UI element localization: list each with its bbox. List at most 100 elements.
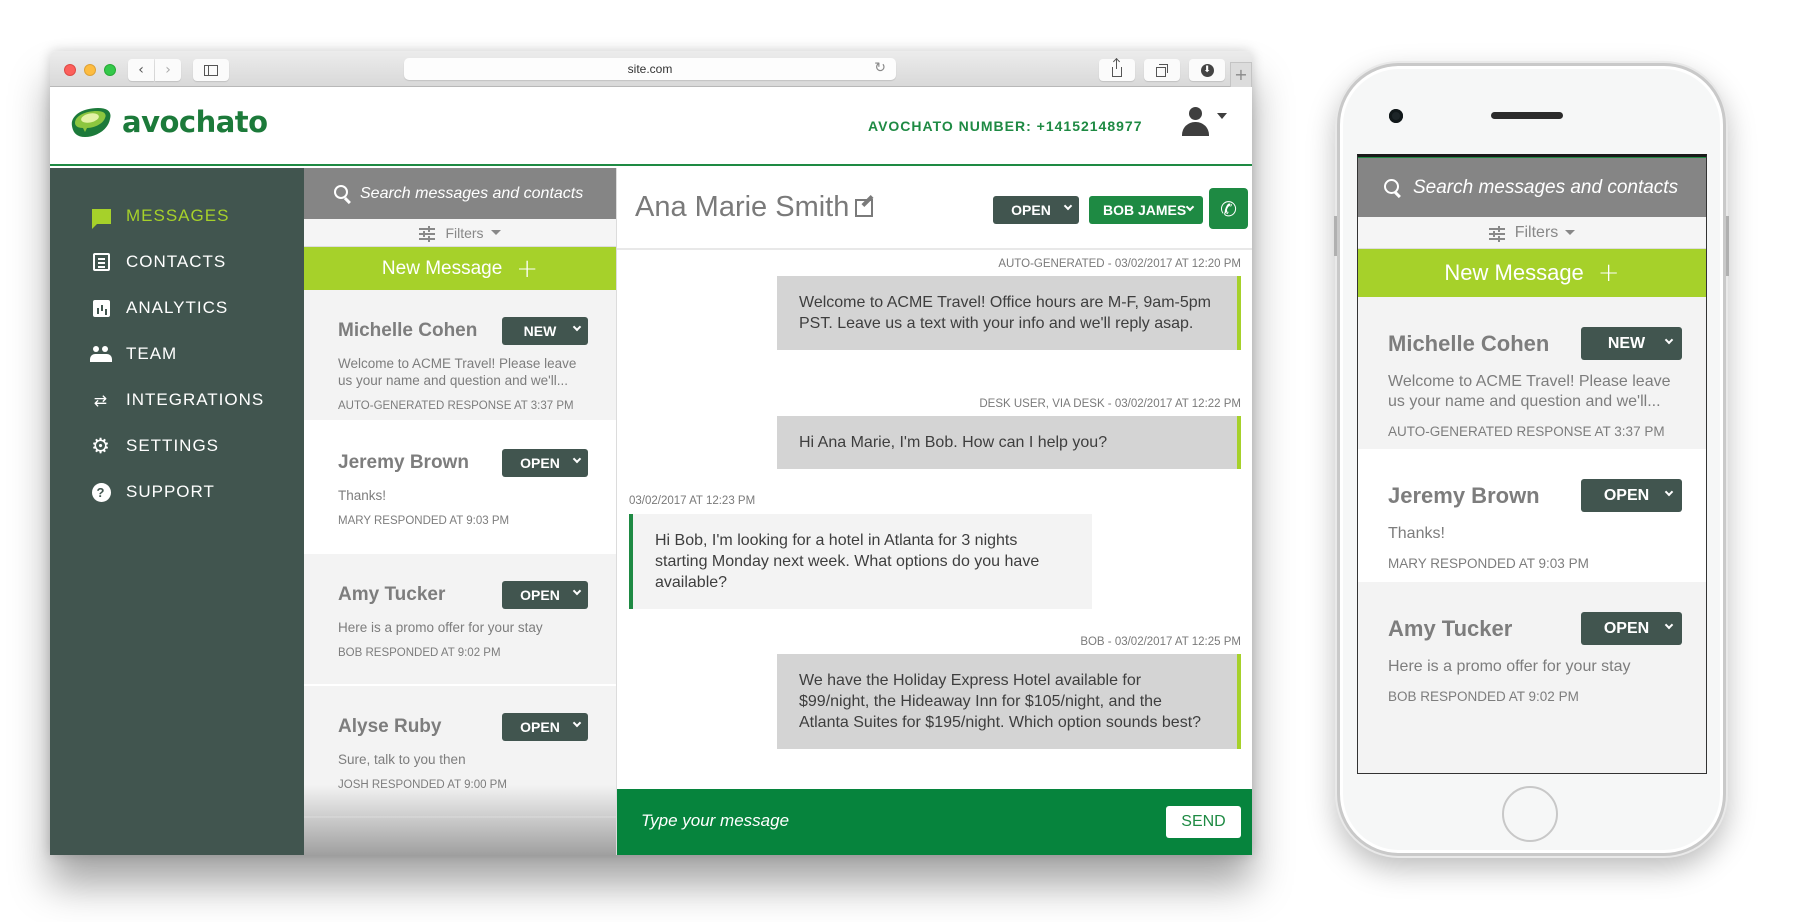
status-dropdown[interactable]: OPEN xyxy=(502,713,588,741)
mobile-conversation-item[interactable]: Jeremy Brown OPEN Thanks! MARY RESPONDED… xyxy=(1358,449,1706,582)
status-label: OPEN xyxy=(520,719,560,735)
zoom-window-button[interactable] xyxy=(104,64,116,76)
message-preview: Welcome to ACME Travel! Please leave us … xyxy=(338,356,577,388)
sidebar-icon xyxy=(204,64,218,76)
contact-name-title: Ana Marie Smith xyxy=(635,191,850,223)
address-bar[interactable]: site.com ↻ xyxy=(404,58,896,80)
message-bubble-outgoing: Welcome to ACME Travel! Office hours are… xyxy=(777,276,1241,350)
phone-icon: ✆ xyxy=(1220,196,1237,221)
message-input[interactable] xyxy=(641,811,1111,831)
home-button[interactable] xyxy=(1502,786,1558,842)
status-label: OPEN xyxy=(520,455,560,471)
status-label: NEW xyxy=(1607,334,1646,352)
new-message-button[interactable]: New Message + xyxy=(304,247,616,290)
new-tab-button[interactable]: + xyxy=(1230,62,1252,87)
chevron-right-icon: › xyxy=(165,62,171,78)
sidebar-toggle-button[interactable] xyxy=(193,59,229,81)
status-dropdown[interactable]: NEW xyxy=(1581,327,1682,360)
help-icon: ? xyxy=(90,482,112,502)
sidebar-item-analytics[interactable]: ANALYTICS xyxy=(90,296,228,320)
avochato-logo[interactable]: avochato xyxy=(68,105,268,139)
filters-label: Filters xyxy=(1514,223,1559,241)
minimize-window-button[interactable] xyxy=(84,64,96,76)
app-header: avochato AVOCHATO NUMBER: +14152148977 xyxy=(50,87,1252,166)
share-button[interactable] xyxy=(1099,59,1135,81)
chevron-down-icon xyxy=(572,454,582,464)
message-meta: BOB - 03/02/2017 AT 12:25 PM xyxy=(1080,636,1241,648)
user-icon xyxy=(1181,107,1209,137)
compose-bar: SEND xyxy=(617,789,1252,855)
mobile-conversation-item[interactable]: Michelle Cohen NEW Welcome to ACME Trave… xyxy=(1358,297,1706,449)
contact-name: Jeremy Brown xyxy=(1388,482,1540,508)
contact-name: Amy Tucker xyxy=(1388,615,1513,641)
forward-button[interactable]: › xyxy=(155,59,181,81)
sidebar-item-contacts[interactable]: CONTACTS xyxy=(90,250,226,274)
status-dropdown[interactable]: OPEN xyxy=(1581,612,1682,645)
brand-name: avochato xyxy=(122,105,268,139)
response-meta: MARY RESPONDED AT 9:03 PM xyxy=(338,515,510,527)
filters-dropdown[interactable]: Filters xyxy=(304,219,616,247)
contact-name: Amy Tucker xyxy=(338,584,446,605)
sidebar-item-integrations[interactable]: ⇄ INTEGRATIONS xyxy=(90,388,264,412)
integrations-icon: ⇄ xyxy=(93,390,109,410)
send-button[interactable]: SEND xyxy=(1166,806,1241,838)
status-label: OPEN xyxy=(1603,619,1650,637)
mobile-filters-dropdown[interactable]: Filters xyxy=(1358,217,1706,249)
response-meta: AUTO-GENERATED RESPONSE AT 3:37 PM xyxy=(338,400,574,412)
response-meta: AUTO-GENERATED RESPONSE AT 3:37 PM xyxy=(1388,424,1665,439)
sidebar-item-messages[interactable]: MESSAGES xyxy=(90,204,229,229)
sidebar-item-team[interactable]: TEAM xyxy=(90,342,177,366)
status-dropdown[interactable]: OPEN xyxy=(502,581,588,609)
sidebar-item-support[interactable]: ? SUPPORT xyxy=(90,480,215,504)
speaker-grille xyxy=(1491,112,1563,119)
plus-icon: + xyxy=(1597,258,1620,288)
conversation-list-item[interactable]: Amy Tucker OPEN Here is a promo offer fo… xyxy=(304,554,616,686)
status-dropdown[interactable]: OPEN xyxy=(1581,479,1682,512)
sidebar-nav: MESSAGES CONTACTS ANALYTICS TEAM ⇄ INTEG… xyxy=(50,168,304,855)
back-button[interactable]: ‹ xyxy=(128,59,154,81)
user-menu[interactable] xyxy=(1181,107,1227,137)
conversation-list-item[interactable]: Michelle Cohen NEW Welcome to ACME Trave… xyxy=(304,290,616,422)
conversation-list: Search messages and contacts Filters New… xyxy=(304,168,617,855)
share-icon xyxy=(1112,59,1122,77)
status-label: OPEN xyxy=(1603,486,1650,504)
conversation-list-item[interactable]: Jeremy Brown OPEN Thanks! MARY RESPONDED… xyxy=(304,422,616,554)
show-tabs-button[interactable] xyxy=(1144,59,1180,81)
url-text: site.com xyxy=(627,62,673,76)
downloads-button[interactable]: ⬇ xyxy=(1189,59,1225,81)
conversation-contact: Ana Marie Smith xyxy=(635,191,874,224)
status-dropdown[interactable]: OPEN xyxy=(502,449,588,477)
message-preview: Thanks! xyxy=(338,488,387,503)
assignee-label: BOB JAMES xyxy=(1103,202,1187,218)
sliders-icon xyxy=(1488,225,1505,240)
message-thread: AUTO-GENERATED - 03/02/2017 AT 12:20 PM … xyxy=(617,252,1252,785)
sidebar-item-settings[interactable]: ⚙ SETTINGS xyxy=(90,434,219,458)
edit-icon[interactable] xyxy=(855,198,874,217)
chevron-left-icon: ‹ xyxy=(138,62,144,78)
message-meta: 03/02/2017 AT 12:23 PM xyxy=(629,495,756,507)
close-window-button[interactable] xyxy=(64,64,76,76)
contact-name: Michelle Cohen xyxy=(338,320,478,341)
conversation-status-dropdown[interactable]: OPEN xyxy=(993,196,1079,224)
gear-icon: ⚙ xyxy=(91,433,111,458)
conversation-header: Ana Marie Smith OPEN BOB JAMES ✆ xyxy=(617,168,1252,250)
chevron-down-icon xyxy=(1664,487,1674,497)
chevron-down-icon xyxy=(1185,202,1195,212)
mobile-new-message-button[interactable]: New Message + xyxy=(1358,249,1706,297)
chevron-down-icon xyxy=(1664,620,1674,630)
message-meta: AUTO-GENERATED - 03/02/2017 AT 12:20 PM xyxy=(998,258,1241,270)
call-button[interactable]: ✆ xyxy=(1209,188,1248,229)
conversation-list-item[interactable]: Alyse Ruby OPEN Sure, talk to you then J… xyxy=(304,686,616,818)
chat-icon xyxy=(90,206,112,229)
phone-power-button xyxy=(1726,216,1729,276)
assignee-dropdown[interactable]: BOB JAMES xyxy=(1089,196,1203,224)
sidebar-item-label: ANALYTICS xyxy=(126,298,229,317)
status-dropdown[interactable]: NEW xyxy=(502,317,588,345)
download-icon: ⬇ xyxy=(1200,63,1214,77)
reload-icon[interactable]: ↻ xyxy=(874,60,886,76)
mobile-search-input[interactable]: Search messages and contacts xyxy=(1358,157,1706,217)
search-input[interactable]: Search messages and contacts xyxy=(304,168,616,219)
chevron-down-icon xyxy=(572,322,582,332)
team-icon xyxy=(90,344,112,364)
mobile-conversation-item[interactable]: Amy Tucker OPEN Here is a promo offer fo… xyxy=(1358,582,1706,734)
